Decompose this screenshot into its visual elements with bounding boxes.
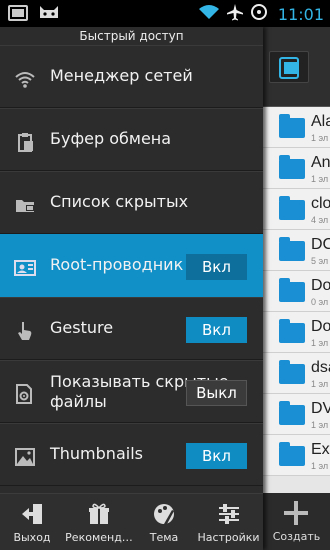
- menu-item-thumbnails[interactable]: Thumbnails Вкл: [0, 423, 263, 486]
- file-name: Ext: [311, 441, 330, 458]
- theme-label: Тема: [149, 531, 179, 544]
- menu-item-show-hidden-files[interactable]: Показывать скрытые файлы Выкл: [0, 360, 263, 423]
- folder-icon: [279, 155, 305, 179]
- plus-icon: [284, 501, 308, 525]
- menu-item-label: Список скрытых: [50, 192, 189, 211]
- file-item-count: 0 эл: [311, 297, 329, 307]
- folder-icon: [279, 237, 305, 261]
- file-item-count: 4 эл: [311, 215, 329, 225]
- menu-item-gesture[interactable]: Gesture Вкл: [0, 297, 263, 360]
- folder-icon: [279, 401, 305, 425]
- file-item-count: 1 эл: [311, 461, 329, 471]
- file-item-count: 1 эл: [311, 133, 329, 143]
- gesture-hand-icon: [14, 321, 36, 341]
- window-tab-button[interactable]: [269, 51, 309, 83]
- thumbnails-toggle[interactable]: Вкл: [186, 443, 247, 469]
- drawer-bottom-bar: Выход Рекоменд… Тема Настройки: [0, 493, 263, 550]
- root-explorer-toggle[interactable]: Вкл: [186, 254, 247, 280]
- theme-palette-icon: [152, 502, 176, 526]
- folder-icon: [279, 114, 305, 138]
- file-row[interactable]: Ext 1 эл: [263, 435, 330, 476]
- thumbnails-icon: [14, 447, 36, 467]
- menu-item-network-manager[interactable]: Менеджер сетей: [0, 45, 263, 108]
- hidden-folder-icon: [14, 195, 36, 215]
- menu-item-label: Gesture: [50, 318, 114, 337]
- hidden-files-icon: [14, 384, 36, 404]
- file-item-count: 1 эл: [311, 338, 329, 348]
- file-name: Ala: [311, 113, 330, 130]
- file-name: DV: [311, 400, 330, 417]
- folder-icon: [279, 360, 305, 384]
- folder-icon: [279, 319, 305, 343]
- file-row[interactable]: Do 0 эл: [263, 271, 330, 312]
- exit-icon: [20, 502, 44, 526]
- file-item-count: 1 эл: [311, 379, 329, 389]
- file-list: Ala 1 эл An 1 эл clo 4 эл DC 5 эл Do 0 эл Do 1…: [263, 107, 330, 476]
- airplane-icon: [226, 3, 244, 25]
- quick-access-drawer: Быстрый доступ Менеджер сетей Буфер обме…: [0, 27, 263, 550]
- settings-sliders-icon: [217, 502, 241, 526]
- file-bottom-bar: Создать: [263, 493, 330, 550]
- recommend-label: Рекоменд…: [65, 531, 133, 544]
- file-item-count: 1 эл: [311, 420, 329, 430]
- cursor-circle-icon: [250, 3, 268, 25]
- menu-item-hidden-list[interactable]: Список скрытых: [0, 171, 263, 234]
- status-bar: 11:01: [0, 0, 330, 27]
- file-row[interactable]: clo 4 эл: [263, 189, 330, 230]
- file-name: Do: [311, 318, 330, 335]
- file-name: dsa: [311, 359, 330, 376]
- gesture-toggle[interactable]: Вкл: [186, 317, 247, 343]
- drawer-title: Быстрый доступ: [0, 27, 263, 45]
- clock: 11:01: [277, 4, 324, 24]
- file-name: Do: [311, 277, 330, 294]
- menu-item-label: Root-проводник: [50, 255, 184, 274]
- folder-icon: [279, 196, 305, 220]
- wifi-icon: [14, 69, 36, 89]
- wifi-icon: [198, 3, 220, 25]
- theme-button[interactable]: Тема: [134, 494, 194, 550]
- window-tab-icon: [279, 57, 299, 79]
- file-item-count: 5 эл: [311, 256, 329, 266]
- settings-button[interactable]: Настройки: [194, 494, 263, 550]
- gift-icon: [87, 502, 111, 526]
- menu-item-label: Менеджер сетей: [50, 66, 193, 85]
- file-row[interactable]: An 1 эл: [263, 148, 330, 189]
- quick-access-menu: Менеджер сетей Буфер обмена Список скрыт…: [0, 45, 263, 486]
- file-toolbar: [263, 27, 330, 107]
- folder-icon: [279, 442, 305, 466]
- file-row[interactable]: dsa 1 эл: [263, 353, 330, 394]
- screen-icon: [8, 5, 28, 25]
- recommend-button[interactable]: Рекоменд…: [64, 494, 134, 550]
- file-name: An: [311, 154, 330, 171]
- exit-label: Выход: [13, 531, 51, 544]
- file-row[interactable]: DV 1 эл: [263, 394, 330, 435]
- cat-icon: [38, 4, 60, 26]
- create-button[interactable]: Создать: [263, 493, 330, 550]
- show-hidden-files-toggle[interactable]: Выкл: [186, 380, 247, 406]
- create-label: Создать: [272, 530, 321, 543]
- menu-item-clipboard[interactable]: Буфер обмена: [0, 108, 263, 171]
- menu-item-label: Буфер обмена: [50, 129, 172, 148]
- clipboard-icon: [14, 132, 36, 152]
- file-row[interactable]: DC 5 эл: [263, 230, 330, 271]
- file-name: DC: [311, 236, 330, 253]
- root-icon: [14, 258, 36, 278]
- file-row[interactable]: Ala 1 эл: [263, 107, 330, 148]
- exit-button[interactable]: Выход: [0, 494, 64, 550]
- file-name: clo: [311, 195, 330, 212]
- settings-label: Настройки: [197, 531, 260, 544]
- file-item-count: 1 эл: [311, 174, 329, 184]
- menu-item-label: Thumbnails: [50, 444, 143, 463]
- menu-item-root-explorer[interactable]: Root-проводник Вкл: [0, 234, 263, 297]
- file-list-panel: Ala 1 эл An 1 эл clo 4 эл DC 5 эл Do 0 эл Do 1…: [263, 27, 330, 550]
- folder-icon: [279, 278, 305, 302]
- file-row[interactable]: Do 1 эл: [263, 312, 330, 353]
